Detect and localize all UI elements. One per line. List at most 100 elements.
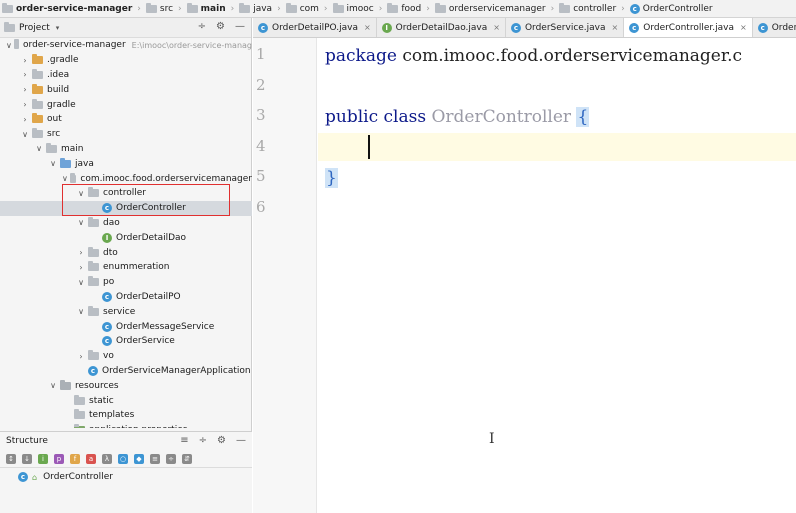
tree-item[interactable]: ∨ dao [0, 216, 252, 231]
tree-item[interactable]: ∨ order-service-manager E:\imooc\order-ser… [0, 38, 252, 53]
gear-icon[interactable]: ⚙ [216, 21, 225, 32]
tree-item-label: .idea [47, 69, 70, 80]
code-line-3[interactable]: public class OrderController { [325, 107, 590, 127]
breadcrumb: order-service-manager › src › main › java › com ›… [0, 0, 796, 18]
text-caret [368, 135, 370, 159]
tree-item[interactable]: ∨ po [0, 275, 252, 290]
collapse-all-icon[interactable]: ÷ [166, 453, 176, 464]
breadcrumb-item[interactable]: orderservicemanager [434, 2, 546, 14]
tree-item[interactable]: › gradle [0, 97, 252, 112]
chevron-right-icon[interactable]: › [20, 56, 30, 65]
breadcrumb-item[interactable]: food [387, 2, 421, 14]
tree-item[interactable]: static [0, 393, 252, 408]
breadcrumb-item[interactable]: c OrderController [629, 3, 713, 14]
tree-item[interactable]: ∨ service [0, 304, 252, 319]
tree-item[interactable]: application.properties [0, 423, 252, 428]
chevron-right-icon[interactable]: › [20, 115, 30, 124]
tree-item[interactable]: › enummeration [0, 260, 252, 275]
editor-tab[interactable]: I OrderDetailDao.java × [377, 18, 506, 37]
tree-item[interactable]: I OrderDetailDao [0, 230, 252, 245]
project-panel-title[interactable]: Project [19, 23, 50, 33]
sort-alpha-icon[interactable]: ↓ [22, 453, 32, 464]
expand-all-icon[interactable]: ≡ [150, 453, 160, 464]
tree-item-label: gradle [47, 99, 76, 110]
tree-item-label: resources [75, 380, 119, 391]
folder-icon [60, 157, 71, 168]
breadcrumb-item[interactable]: src [145, 2, 173, 14]
tree-item[interactable]: › out [0, 112, 252, 127]
tree-item[interactable]: c OrderService [0, 334, 252, 349]
field-icon[interactable]: f [70, 453, 80, 464]
chevron-right-icon[interactable]: › [20, 70, 30, 79]
editor-tab[interactable]: c OrderController.java × [624, 18, 753, 37]
code-line-5[interactable]: } [325, 168, 338, 188]
chevron-down-icon[interactable]: ∨ [76, 278, 86, 287]
close-brace: } [325, 168, 338, 188]
class-icon: c [629, 3, 640, 14]
tree-item[interactable]: › vo [0, 349, 252, 364]
sort-icon[interactable]: ≡ [180, 435, 188, 446]
close-icon[interactable]: × [612, 23, 619, 32]
chevron-down-icon[interactable]: ∨ [34, 144, 44, 153]
autoscroll-icon[interactable]: ⇵ [182, 453, 192, 464]
breadcrumb-item[interactable]: controller [559, 2, 616, 14]
sort-visibility-icon[interactable]: ↕ [6, 453, 16, 464]
tree-item-label: service [103, 306, 136, 317]
property-icon[interactable]: p [54, 453, 64, 464]
structure-item[interactable]: c ⌂ OrderController [0, 468, 252, 486]
collapse-icon[interactable]: ÷ [199, 435, 207, 446]
tree-item[interactable]: c OrderServiceManagerApplication [0, 364, 252, 379]
tree-item[interactable]: c OrderMessageService [0, 319, 252, 334]
breadcrumb-item[interactable]: imooc [332, 2, 374, 14]
close-icon[interactable]: × [493, 23, 500, 32]
breadcrumb-separator: › [230, 3, 235, 14]
editor-tab[interactable]: c OrderDetailPO.java × [253, 18, 377, 37]
tree-item[interactable]: › build [0, 82, 252, 97]
chevron-down-icon[interactable]: ▾ [56, 24, 60, 32]
structure-panel-header: Structure ≡ ÷ ⚙ — [0, 432, 252, 450]
tree-item[interactable]: ∨ src [0, 127, 252, 142]
chevron-right-icon[interactable]: › [76, 263, 86, 272]
structure-item-label: OrderController [43, 472, 113, 482]
chevron-down-icon[interactable]: ∨ [6, 41, 12, 50]
chevron-down-icon[interactable]: ∨ [48, 381, 58, 390]
editor-tab[interactable]: c OrderService.java × [506, 18, 625, 37]
chevron-down-icon[interactable]: ∨ [76, 218, 86, 227]
anonymous-icon[interactable]: a [86, 453, 96, 464]
tree-item[interactable]: ∨ main [0, 142, 252, 157]
chevron-down-icon[interactable]: ∨ [76, 307, 86, 316]
tree-item[interactable]: ∨ java [0, 156, 252, 171]
tree-item[interactable]: c OrderDetailPO [0, 290, 252, 305]
tree-item[interactable]: › .idea [0, 68, 252, 83]
chevron-down-icon[interactable]: ∨ [62, 174, 68, 183]
chevron-right-icon[interactable]: › [76, 352, 86, 361]
breadcrumb-item[interactable]: com [285, 2, 319, 14]
close-icon[interactable]: × [364, 23, 371, 32]
chevron-down-icon[interactable]: ∨ [48, 159, 58, 168]
gear-icon[interactable]: ⚙ [217, 435, 226, 446]
chevron-down-icon[interactable]: ∨ [20, 130, 30, 139]
close-icon[interactable]: × [740, 23, 747, 32]
code-line-1[interactable]: package com.imooc.food.orderservicemanag… [325, 46, 742, 66]
lambda-icon[interactable]: λ [102, 453, 112, 464]
folder-icon [60, 379, 71, 390]
breadcrumb-item[interactable]: order-service-manager [2, 2, 132, 14]
chevron-right-icon[interactable]: › [20, 85, 30, 94]
navigate-icon[interactable]: ◆ [134, 453, 144, 464]
tree-item[interactable]: › dto [0, 245, 252, 260]
show-members-icon[interactable]: ○ [118, 453, 128, 464]
editor-tab-label: OrderController.java [643, 22, 734, 33]
editor-tab[interactable]: cOrderMessageSe [753, 18, 796, 37]
minimize-icon[interactable]: — [235, 21, 245, 32]
collapse-all-icon[interactable]: ÷ [198, 21, 206, 32]
breadcrumb-item[interactable]: main [186, 2, 226, 14]
chevron-right-icon[interactable]: › [20, 100, 30, 109]
chevron-right-icon[interactable]: › [76, 248, 86, 257]
breadcrumb-item[interactable]: java [239, 2, 272, 14]
inherited-icon[interactable]: i [38, 453, 48, 464]
tree-item[interactable]: ∨ resources [0, 378, 252, 393]
tree-item[interactable]: › .gradle [0, 53, 252, 68]
minimize-icon[interactable]: — [236, 435, 246, 446]
tree-item[interactable]: templates [0, 408, 252, 423]
line-number: 4 [256, 137, 266, 155]
